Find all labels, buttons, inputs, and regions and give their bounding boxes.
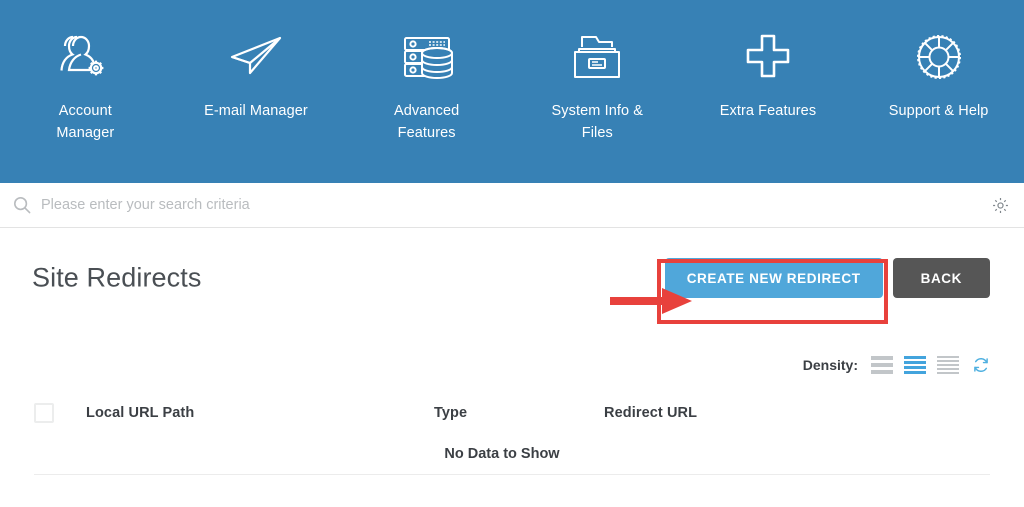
density-label: Density: (803, 357, 858, 373)
nav-label: Extra Features (720, 100, 817, 122)
nav-label: System Info & Files (542, 100, 652, 144)
search-icon (13, 196, 31, 214)
column-header-redirect-url[interactable]: Redirect URL (604, 405, 804, 421)
empty-state-row: No Data to Show (34, 433, 990, 475)
gear-icon[interactable] (991, 196, 1010, 215)
nav-item-support-help[interactable]: Support & Help (864, 28, 1014, 122)
nav-label: Support & Help (889, 100, 989, 122)
nav-label: Account Manager (30, 100, 140, 144)
nav-item-extra-features[interactable]: Extra Features (693, 28, 843, 122)
folder-files-icon (569, 28, 625, 86)
create-new-redirect-button[interactable]: CREATE NEW REDIRECT (665, 258, 883, 298)
nav-item-email-manager[interactable]: E-mail Manager (181, 28, 331, 122)
nav-item-account-manager[interactable]: Account Manager (10, 28, 160, 144)
database-server-icon (399, 28, 455, 86)
top-navigation: Account Manager E-mail Manager (0, 0, 1024, 183)
select-all-checkbox[interactable] (34, 403, 54, 423)
density-medium-icon[interactable] (904, 356, 926, 374)
page-title: Site Redirects (32, 263, 201, 294)
plus-icon (740, 28, 796, 86)
back-button[interactable]: BACK (893, 258, 990, 298)
density-controls: Density: (803, 356, 990, 374)
nav-label: Advanced Features (372, 100, 482, 144)
redirects-table: Local URL Path Type Redirect URL No Data… (0, 393, 1024, 475)
search-bar (0, 183, 1024, 228)
action-buttons: CREATE NEW REDIRECT BACK (665, 258, 990, 298)
page-header: Site Redirects CREATE NEW REDIRECT BACK (0, 228, 1024, 338)
refresh-icon[interactable] (972, 356, 990, 374)
column-header-type[interactable]: Type (434, 405, 604, 421)
empty-state-message: No Data to Show (444, 446, 559, 462)
table-header-row: Local URL Path Type Redirect URL (0, 393, 1024, 433)
column-header-local-url-path[interactable]: Local URL Path (86, 405, 434, 421)
users-gear-icon (57, 28, 113, 86)
search-input[interactable] (41, 197, 991, 213)
main-content: Site Redirects CREATE NEW REDIRECT BACK … (0, 228, 1024, 338)
nav-item-advanced-features[interactable]: Advanced Features (352, 28, 502, 144)
life-ring-icon (911, 28, 967, 86)
density-compact-icon[interactable] (871, 356, 893, 374)
nav-label: E-mail Manager (204, 100, 308, 122)
paper-plane-icon (228, 28, 284, 86)
density-wide-icon[interactable] (937, 356, 959, 374)
nav-item-system-info-files[interactable]: System Info & Files (522, 28, 672, 144)
